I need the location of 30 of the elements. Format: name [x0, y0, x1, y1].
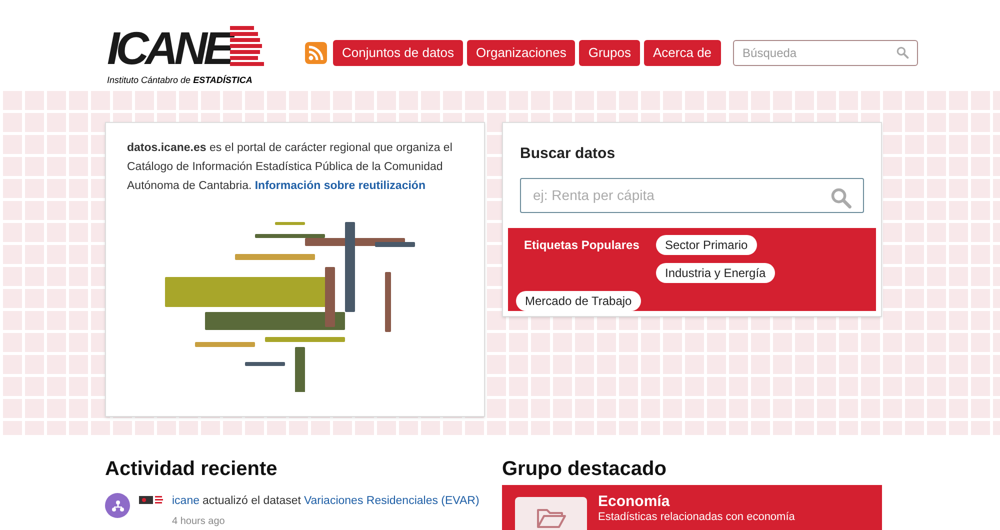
reuse-info-link[interactable]: Información sobre reutilización	[254, 180, 426, 192]
group-description: Estadísticas relacionadas con economía	[598, 511, 795, 524]
activity-text: actualizó el dataset	[202, 494, 301, 509]
section-title: Actividad reciente	[105, 457, 278, 481]
logo-wordmark: ICANE	[107, 25, 230, 71]
section-title: Grupo destacado	[502, 457, 668, 481]
logo-tagline: Instituto Cántabro de ESTADÍSTICA	[107, 76, 254, 85]
popular-tags-label: Etiquetas Populares	[524, 237, 640, 254]
dataset-link[interactable]: Variaciones Residenciales (EVAR)	[304, 493, 480, 510]
folder-icon	[536, 507, 566, 529]
intro-paragraph: datos.icane.es es el portal de carácter regional que organiza el Catálogo de Información Estadística Pública de la Comunidad Autónoma de Cantabria. Información sobre reutilización	[127, 141, 454, 194]
tag-chip[interactable]: Mercado de Trabajo	[516, 291, 641, 311]
activity-avatar-icon	[105, 493, 130, 518]
tag-chip[interactable]: Sector Primario	[656, 235, 757, 255]
tag-chip[interactable]: Industria y Energía	[656, 263, 775, 283]
search-field[interactable]: Búsqueda	[732, 40, 918, 66]
search-icon[interactable]	[896, 46, 909, 59]
user-logo-icon	[139, 495, 163, 505]
activity-time: 4 hours ago	[172, 515, 226, 530]
nav-button[interactable]: Acerca de	[644, 40, 721, 66]
user-link[interactable]: icane	[172, 493, 200, 510]
search-title: Buscar datos	[520, 144, 616, 164]
dataset-search-field[interactable]: ej: Renta per cápita	[520, 178, 864, 213]
search-icon[interactable]	[830, 186, 852, 208]
featured-group-card[interactable]: Economía Estadísticas relacionadas con economía	[502, 485, 882, 530]
nav-button[interactable]: Organizaciones	[467, 40, 576, 66]
nav-button[interactable]: Grupos	[579, 40, 640, 66]
nav-button[interactable]: Conjuntos de datos	[333, 40, 464, 66]
group-name: Economía	[598, 493, 671, 511]
rss-icon[interactable]	[305, 42, 327, 64]
